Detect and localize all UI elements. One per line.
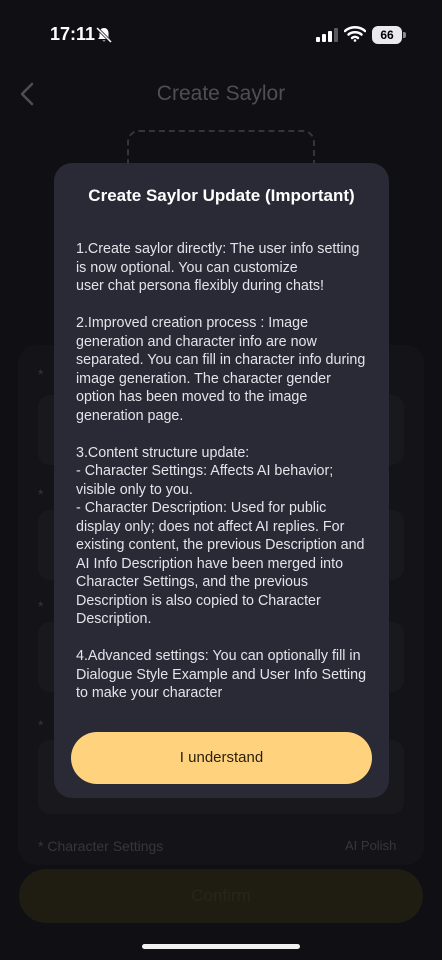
update-notice-dialog: Create Saylor Update (Important) 1.Creat… [54,163,389,798]
home-indicator[interactable] [142,944,300,949]
wifi-icon [344,26,366,42]
battery-icon: 66 [372,26,402,44]
bell-slash-icon [95,26,113,44]
battery-tip [403,32,406,38]
signal-icon [316,28,338,42]
i-understand-button[interactable]: I understand [71,732,372,784]
status-time: 17:11 [50,24,96,44]
dialog-title: Create Saylor Update (Important) [88,186,355,205]
status-bar: 17:11 66 [0,0,442,70]
dialog-body[interactable]: 1.Create saylor directly: The user info … [76,240,372,713]
